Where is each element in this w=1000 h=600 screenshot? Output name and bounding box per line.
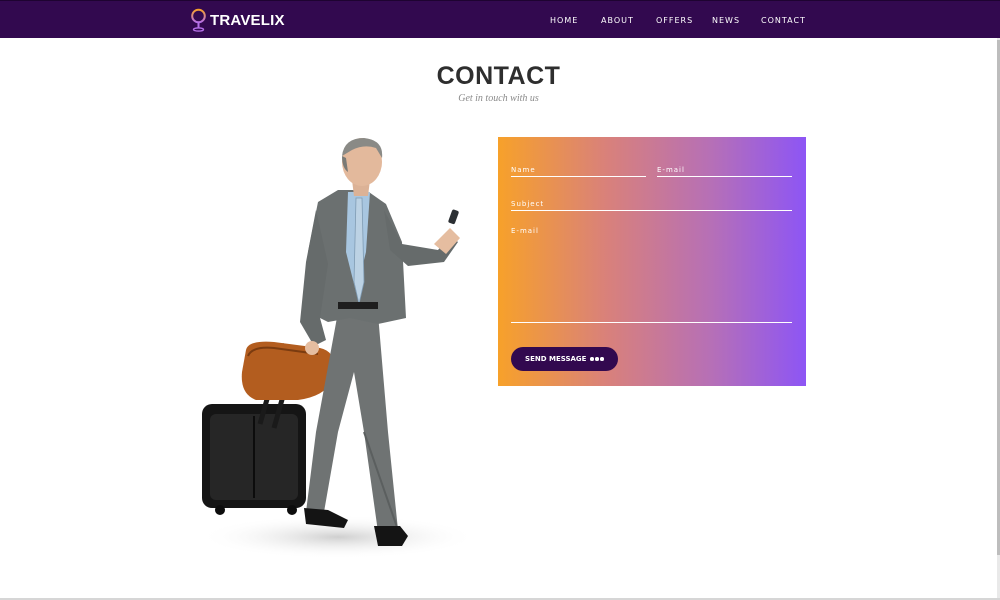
contact-form: SEND MESSAGE: [498, 137, 806, 386]
nav-offers[interactable]: OFFERS: [656, 16, 693, 25]
send-message-button[interactable]: SEND MESSAGE: [511, 347, 618, 371]
nav-about[interactable]: ABOUT: [601, 16, 634, 25]
message-field-wrapper: [511, 227, 792, 323]
map-pin-icon: [191, 8, 206, 32]
page-subtitle: Get in touch with us: [458, 93, 539, 104]
logo-text: TRAVELIX: [210, 11, 285, 29]
message-textarea[interactable]: [511, 227, 792, 322]
subject-input[interactable]: [511, 195, 792, 213]
site-logo[interactable]: TRAVELIX: [190, 7, 285, 33]
dots-icon: [590, 357, 604, 361]
nav-home[interactable]: HOME: [550, 16, 578, 25]
nav-contact[interactable]: CONTACT: [761, 16, 806, 25]
nav-news[interactable]: NEWS: [712, 16, 740, 25]
contact-page: TRAVELIX HOME ABOUT OFFERS NEWS CONTACT …: [0, 0, 1000, 600]
email-input[interactable]: [657, 161, 792, 179]
email-field-wrapper: [657, 159, 792, 179]
send-message-label: SEND MESSAGE: [525, 355, 587, 363]
page-title: CONTACT: [436, 62, 561, 90]
top-navigation-bar: TRAVELIX HOME ABOUT OFFERS NEWS CONTACT: [0, 0, 1000, 38]
name-field-wrapper: [511, 159, 646, 179]
name-input[interactable]: [511, 161, 646, 179]
subject-field-wrapper: [511, 193, 792, 213]
businessman-illustration: [198, 138, 478, 559]
